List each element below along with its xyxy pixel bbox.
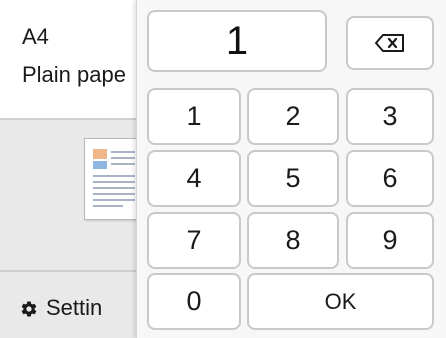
divider [0,118,140,120]
key-8[interactable]: 8 [247,212,339,269]
backspace-icon [375,34,404,52]
preview-text-line [111,151,135,153]
preview-text-line [93,175,135,177]
preview-image-block [93,149,107,159]
key-9[interactable]: 9 [346,212,434,269]
key-0[interactable]: 0 [147,273,241,330]
preview-text-line [93,181,135,183]
value-display: 1 [147,10,327,72]
settings-label: Settin [46,295,103,320]
paper-info-area[interactable]: A4 Plain pape [0,0,140,118]
preview-text-line [93,193,135,195]
ok-button[interactable]: OK [247,273,434,330]
preview-image-block [93,161,107,169]
preview-text-line [111,157,135,159]
key-1[interactable]: 1 [147,88,241,145]
key-3[interactable]: 3 [346,88,434,145]
background-panel: A4 Plain pape Settin [0,0,146,338]
preview-text-line [111,163,135,165]
paper-type-label: Plain pape [22,62,126,87]
gear-icon [21,301,37,317]
paper-size-label: A4 [22,24,49,49]
key-7[interactable]: 7 [147,212,241,269]
key-2[interactable]: 2 [247,88,339,145]
key-5[interactable]: 5 [247,150,339,207]
key-4[interactable]: 4 [147,150,241,207]
preview-text-line [93,199,135,201]
backspace-button[interactable] [346,16,434,70]
key-6[interactable]: 6 [346,150,434,207]
preview-text-line [93,205,123,207]
preview-text-line [93,187,135,189]
